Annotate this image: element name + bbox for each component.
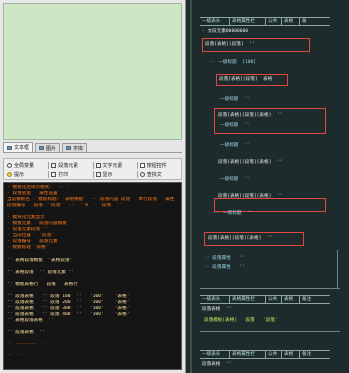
column-border <box>337 250 338 288</box>
header-cell: 公共 <box>266 18 282 25</box>
tab-textbox[interactable]: 文本框 <box>3 142 34 152</box>
highlight-box <box>214 108 326 134</box>
button-label: 显示 <box>102 172 113 178</box>
fontlib-tab-icon <box>66 146 72 150</box>
header-cell: 表格 <box>282 296 300 303</box>
header-cell: 表格属性栏 <box>230 351 266 358</box>
display-button[interactable]: 显示 <box>95 171 135 178</box>
button-label: 全局变量 <box>14 163 35 169</box>
display-icon <box>95 172 101 177</box>
table-rule <box>200 288 340 289</box>
preview-canvas[interactable] <box>3 3 182 140</box>
header-cell: 备 <box>302 19 307 24</box>
doc-row: ·· 段落属性 '' <box>204 256 245 261</box>
doc-row: 段落表格 '' <box>202 307 232 312</box>
doc-row: 一级标题 '' <box>220 123 250 128</box>
global-vars-button[interactable]: 全局变量 <box>7 162 46 169</box>
paragraph-element-button[interactable]: 段落元素 <box>51 162 90 169</box>
checkbox-icon <box>139 163 145 168</box>
doc-row: ··· 一级标题 '' <box>212 211 253 216</box>
search-button[interactable]: 查找文 <box>139 171 179 178</box>
doc-row: 段落[表格][段落] 表格 <box>219 77 273 82</box>
textbox-tab-icon <box>7 145 12 150</box>
doc-row: 段落模板[表格] 段落 '段落' <box>204 318 278 323</box>
doc-row: 段落[表格][段落][表格] '' <box>218 194 283 199</box>
header-cell: 公共 <box>266 351 282 358</box>
highlight-box <box>214 198 326 212</box>
print-button[interactable]: 打印 <box>51 171 90 178</box>
table-header: 一级表头 表格属性栏 公共 表格 备注 <box>200 350 330 359</box>
doc-row: 段落表格 '' <box>202 362 232 367</box>
button-control-checkbox[interactable]: 按钮控件 <box>139 162 179 169</box>
header-cell: 一级表头 <box>200 18 230 25</box>
header-cell: 表格属性栏 <box>230 296 266 303</box>
header-cell: 一级表头 <box>200 351 230 358</box>
left-panel: 文本框 图片 字库 全局变量 段落元素 文字元素 按钮控件 提示 打印 显示 查… <box>0 0 186 373</box>
code-line: '' '' <box>7 354 24 360</box>
button-label: 查找文 <box>146 172 162 178</box>
tab-bar: 文本框 图片 字库 <box>3 142 182 153</box>
header-cell: 表格属性栏 <box>230 18 266 25</box>
doc-row: ·· 一级标题 [100] <box>210 60 257 65</box>
search-icon <box>139 172 145 177</box>
hint-button[interactable]: 提示 <box>7 171 46 178</box>
header-cell: 备注 <box>302 352 312 357</box>
table-header: 一级表头 表格属性栏 公共 表格 备注 <box>200 295 330 304</box>
print-icon <box>51 172 57 177</box>
doc-row: 一级标题 '' <box>220 177 250 182</box>
header-cell: 表格 <box>282 18 300 25</box>
code-editor[interactable]: - 模板化后单页模式: -- '' - 段落变量 属性设置 当前模板名 - 模板… <box>3 182 182 370</box>
table-header: 一级表头 表格属性栏 公共 表格 备 <box>200 17 330 26</box>
doc-row: 段落[表格][段落][表格] '' <box>218 160 283 165</box>
doc-row: ·· 段落属性 '' <box>204 265 245 270</box>
text-element-button[interactable]: 文字元素 <box>95 162 135 169</box>
button-label: 文字元素 <box>102 163 123 169</box>
tab-label: 图片 <box>46 145 57 152</box>
button-label: 按钮控件 <box>146 163 167 169</box>
doc-row: 一级标题 '' <box>220 97 250 102</box>
header-cell: 一级表头 <box>200 296 230 303</box>
doc-row: 段落[表格][段落][表格] '' <box>218 113 283 118</box>
globe-icon <box>7 163 12 168</box>
tab-label: 字库 <box>73 145 84 152</box>
tab-fontlib[interactable]: 字库 <box>62 143 88 152</box>
header-cell: 公共 <box>266 296 282 303</box>
text-icon <box>95 163 101 168</box>
doc-row: 段落[表格][段落] '' <box>205 42 255 47</box>
header-cell: 备注 <box>302 297 312 302</box>
panel-divider <box>190 0 192 373</box>
paragraph-icon <box>51 163 57 168</box>
toolbar: 全局变量 段落元素 文字元素 按钮控件 提示 打印 显示 查找文 <box>3 158 182 180</box>
document-preview-panel[interactable]: 一级表头 表格属性栏 公共 表格 备 · 文段元素00000000 段落[表格]… <box>190 0 349 373</box>
tab-image[interactable]: 图片 <box>35 143 61 152</box>
image-tab-icon <box>39 146 45 150</box>
table-rule <box>200 331 340 332</box>
doc-row: 一级标题 '' <box>220 143 250 148</box>
doc-row: · 文段元素00000000 <box>202 29 249 34</box>
button-label: 打印 <box>58 172 69 178</box>
button-label: 提示 <box>14 172 25 178</box>
bulb-icon <box>7 172 12 177</box>
button-label: 段落元素 <box>58 163 79 169</box>
tab-label: 文本框 <box>14 145 30 151</box>
header-cell: 表格 <box>282 351 300 358</box>
doc-row: 段落[表格][段落][表格] '' <box>208 236 273 241</box>
